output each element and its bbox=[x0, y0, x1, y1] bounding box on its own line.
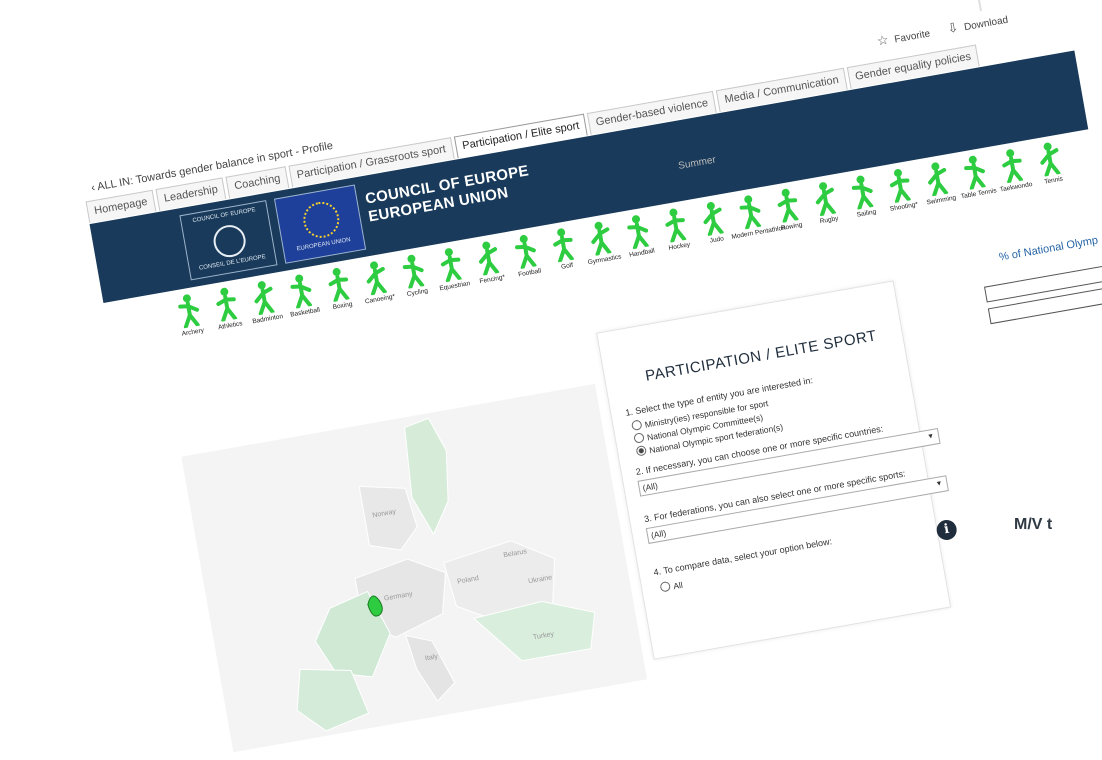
athlete-icon bbox=[703, 202, 724, 237]
compare-option-all[interactable]: All bbox=[659, 579, 683, 594]
star-icon: ☆ bbox=[875, 31, 890, 49]
download-icon: ⇩ bbox=[946, 19, 960, 37]
athlete-icon bbox=[366, 261, 387, 297]
radio-button bbox=[659, 580, 672, 593]
question-compare: 4. To compare data, select your option b… bbox=[652, 536, 833, 578]
sport-tennis[interactable]: Tennis bbox=[1024, 138, 1077, 188]
athlete-icon bbox=[1040, 142, 1061, 178]
map-shapes bbox=[296, 417, 596, 732]
europe-map[interactable]: Norway Belarus Poland Ukraine Germany It… bbox=[181, 383, 648, 753]
countries-select-value: (All) bbox=[641, 480, 659, 494]
eu-stars-icon bbox=[300, 198, 343, 241]
italy-shape bbox=[405, 634, 456, 702]
sports-select-value: (All) bbox=[650, 527, 667, 541]
european-union-logo: EUROPEAN UNION bbox=[273, 184, 367, 264]
athlete-icon bbox=[440, 248, 462, 283]
filter-panel-title: PARTICIPATION / ELITE SPORT bbox=[643, 327, 879, 385]
athlete-icon bbox=[1002, 149, 1023, 184]
favorite-button[interactable]: ☆ Favorite bbox=[876, 24, 932, 49]
season-label: Summer bbox=[677, 154, 717, 172]
athlete-icon bbox=[591, 221, 612, 257]
athlete-icon bbox=[964, 155, 986, 191]
radio-button bbox=[630, 419, 643, 431]
favorite-label: Favorite bbox=[893, 28, 932, 46]
chevron-down-icon: ▼ bbox=[926, 432, 935, 441]
athlete-icon bbox=[665, 208, 687, 244]
athlete-icon bbox=[815, 182, 836, 217]
dashboard-sheet: ‹ ALL IN: Towards gender balance in spor… bbox=[80, 0, 1102, 760]
radio-button bbox=[635, 445, 648, 457]
athlete-icon bbox=[739, 195, 762, 231]
compare-option-label: All bbox=[672, 579, 684, 592]
athlete-icon bbox=[328, 267, 350, 303]
athlete-icon bbox=[928, 162, 949, 198]
athlete-icon bbox=[479, 241, 500, 277]
download-label: Download bbox=[963, 14, 1010, 34]
athlete-icon bbox=[851, 175, 874, 211]
athlete-icon bbox=[402, 254, 425, 290]
screenshot-stage: ‹ ALL IN: Towards gender balance in spor… bbox=[0, 0, 1102, 760]
athlete-icon bbox=[290, 274, 312, 310]
athlete-icon bbox=[553, 228, 574, 264]
filter-panel: i PARTICIPATION / ELITE SPORT 1. Select … bbox=[596, 280, 959, 660]
athlete-icon bbox=[627, 215, 649, 250]
coe-emblem-icon bbox=[211, 222, 249, 260]
margin-heading: M/V t bbox=[1014, 516, 1053, 533]
athlete-icon bbox=[889, 169, 911, 204]
sport-label: Tennis bbox=[1043, 175, 1064, 186]
athlete-icon bbox=[178, 294, 200, 330]
chevron-left-icon: ‹ bbox=[90, 181, 97, 195]
athlete-icon bbox=[216, 287, 238, 323]
info-icon[interactable]: i bbox=[935, 518, 959, 542]
toolbar: ☆ Favorite ⇩ Download bbox=[876, 11, 1009, 50]
athlete-icon bbox=[515, 234, 537, 270]
chevron-down-icon: ▼ bbox=[935, 480, 944, 489]
radio-button bbox=[633, 432, 645, 444]
athlete-icon bbox=[777, 188, 799, 224]
eu-logo-text: EUROPEAN UNION bbox=[296, 237, 352, 253]
athlete-icon bbox=[254, 281, 275, 316]
download-button[interactable]: ⇩ Download bbox=[946, 11, 1009, 37]
